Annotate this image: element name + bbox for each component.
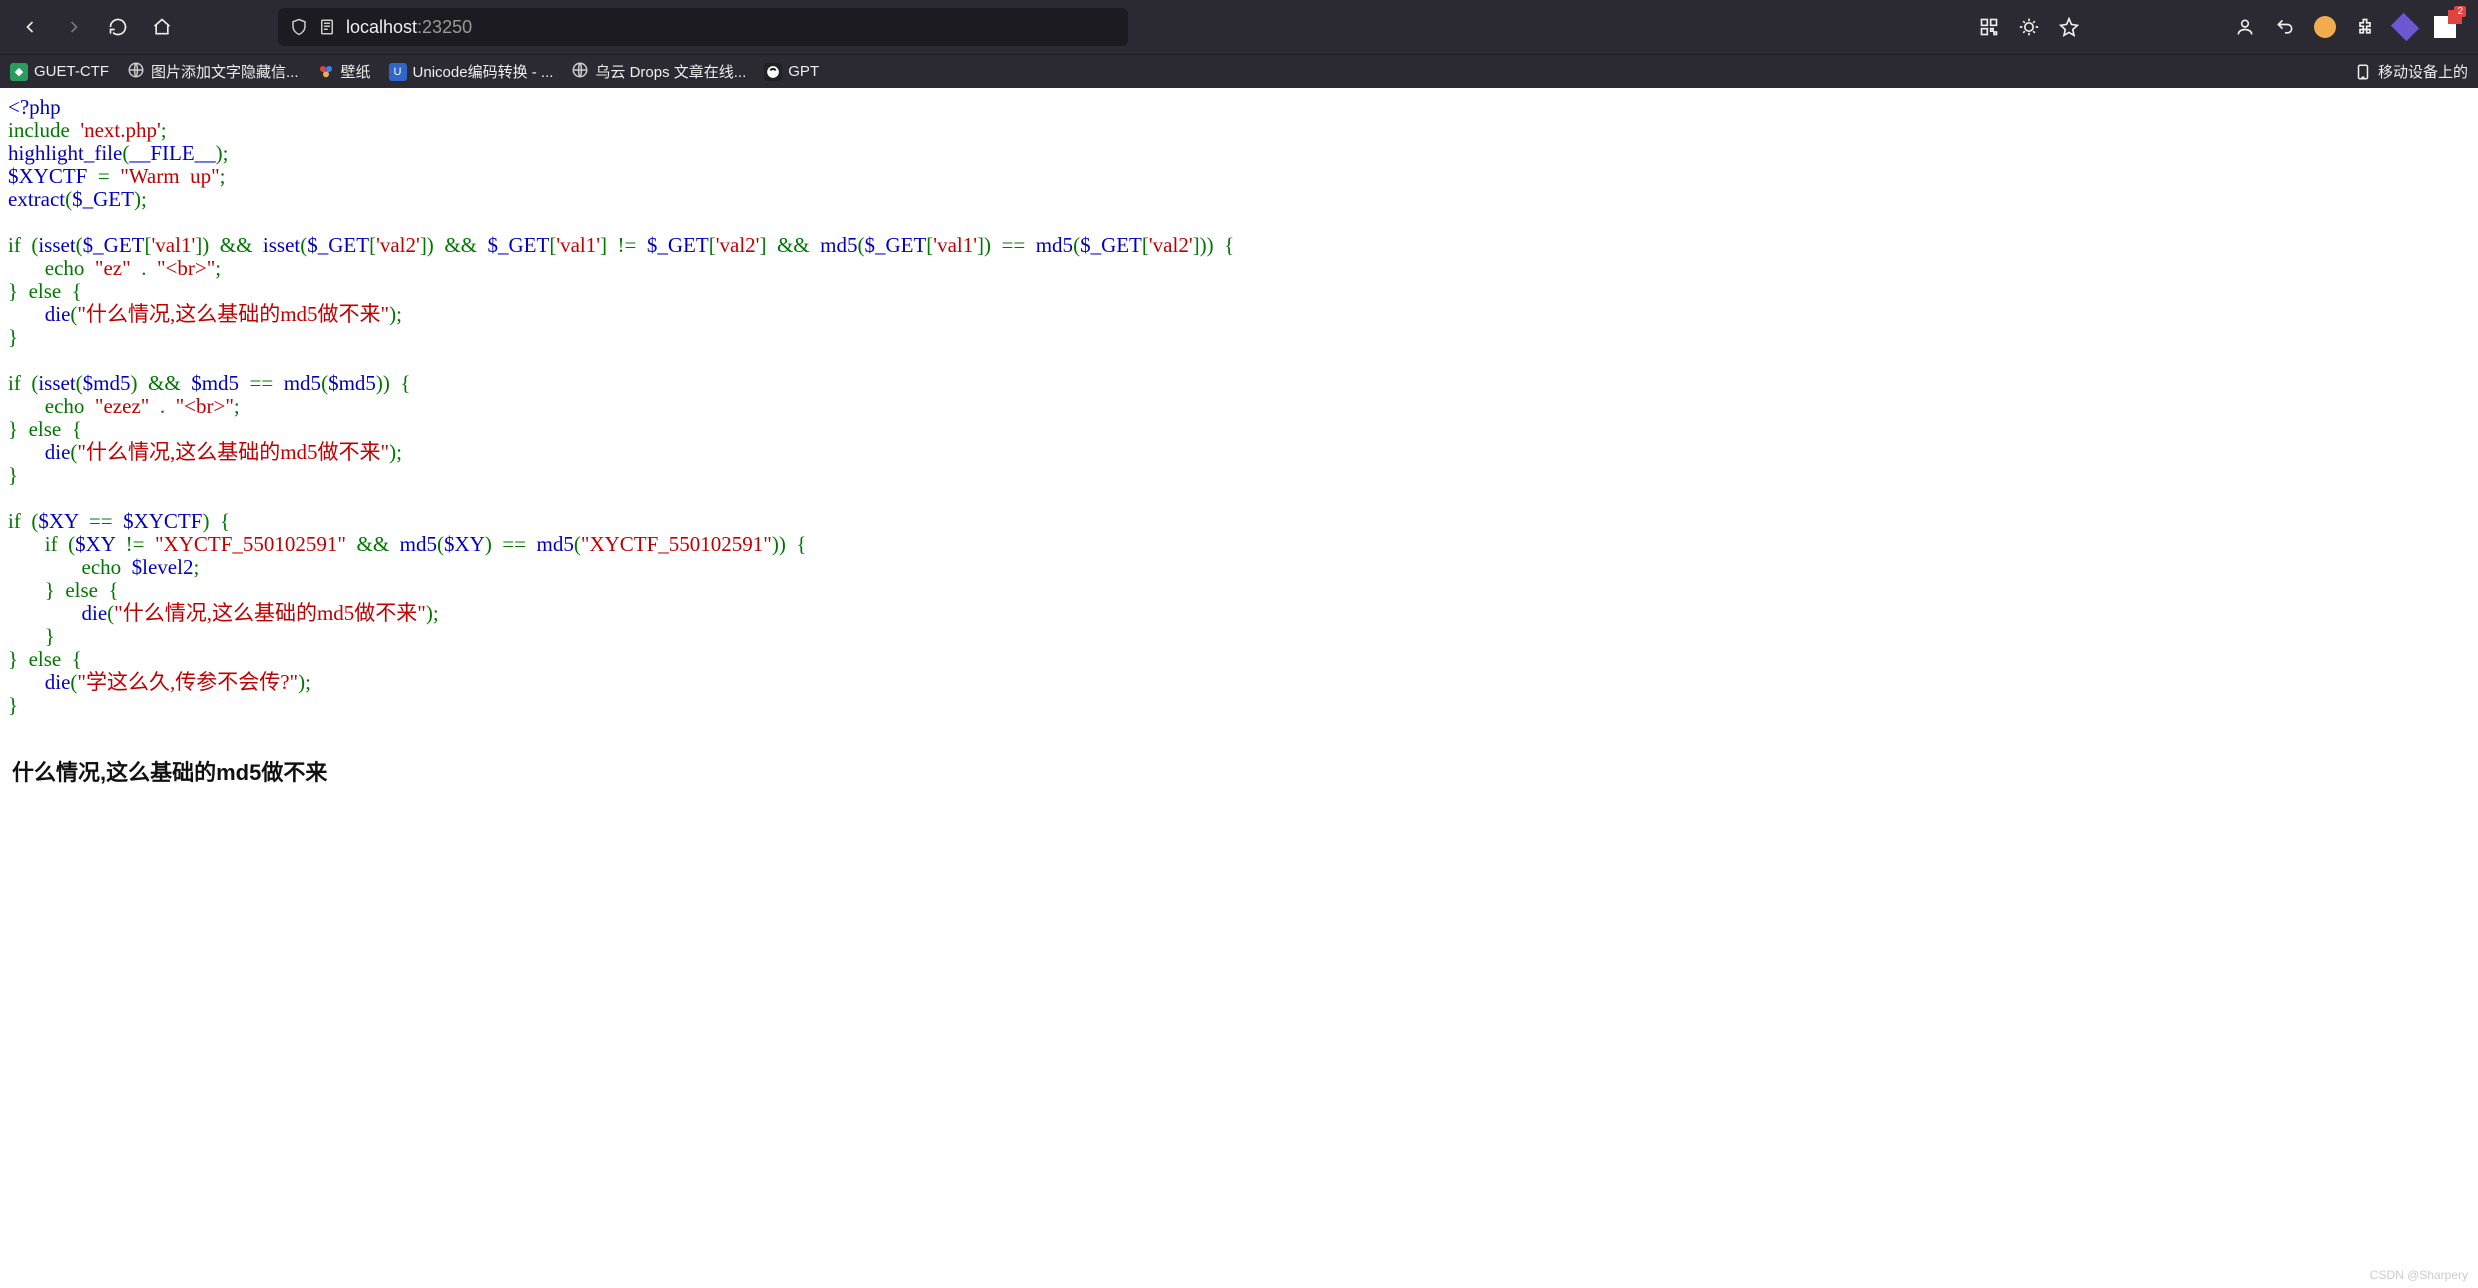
bookmark-icon: ◆ [10, 63, 28, 81]
php-source: <?php include 'next.php'; highlight_file… [8, 96, 2470, 717]
gpt-icon [764, 63, 782, 81]
globe-icon [571, 61, 589, 83]
undo-icon[interactable] [2268, 10, 2302, 44]
watermark: CSDN @Sharpery [2370, 1268, 2468, 1282]
bug-icon[interactable] [2012, 10, 2046, 44]
bookmark-image[interactable]: 图片添加文字隐藏信... [127, 61, 299, 83]
bookmark-gpt[interactable]: GPT [764, 63, 819, 81]
extension-1[interactable] [2308, 10, 2342, 44]
bookmarks-overflow[interactable]: 移动设备上的 [2354, 61, 2468, 82]
toolbar-right: 2 [2228, 10, 2462, 44]
qr-icon[interactable] [1972, 10, 2006, 44]
extension-2[interactable] [2388, 10, 2422, 44]
browser-chrome: localhost:23250 [0, 0, 2478, 88]
back-button[interactable] [12, 9, 48, 45]
script-output: 什么情况,这么基础的md5做不来 [8, 761, 2470, 784]
shield-icon [290, 18, 308, 36]
url-bar[interactable]: localhost:23250 [278, 8, 1128, 46]
bookmark-icon: U [389, 63, 407, 81]
forward-button[interactable] [56, 9, 92, 45]
url-text: localhost:23250 [346, 17, 472, 38]
bookmarks-bar: ◆ GUET-CTF 图片添加文字隐藏信... 壁纸 U Unicode编码转换… [0, 54, 2478, 88]
page-icon [318, 18, 336, 36]
globe-icon [127, 61, 145, 83]
toolbar-icons [1972, 10, 2086, 44]
extensions-icon[interactable] [2348, 10, 2382, 44]
bookmark-guet[interactable]: ◆ GUET-CTF [10, 63, 109, 81]
notification-badge: 2 [2454, 6, 2466, 17]
page-content: <?php include 'next.php'; highlight_file… [0, 88, 2478, 792]
home-button[interactable] [144, 9, 180, 45]
reload-button[interactable] [100, 9, 136, 45]
star-icon[interactable] [2052, 10, 2086, 44]
bookmark-unicode[interactable]: U Unicode编码转换 - ... [389, 61, 554, 82]
extension-3[interactable]: 2 [2428, 10, 2462, 44]
bookmark-wuyun[interactable]: 乌云 Drops 文章在线... [571, 61, 746, 83]
bookmark-icon [317, 63, 335, 81]
toolbar: localhost:23250 [0, 0, 2478, 54]
bookmark-wallpaper[interactable]: 壁纸 [317, 61, 371, 82]
account-icon[interactable] [2228, 10, 2262, 44]
